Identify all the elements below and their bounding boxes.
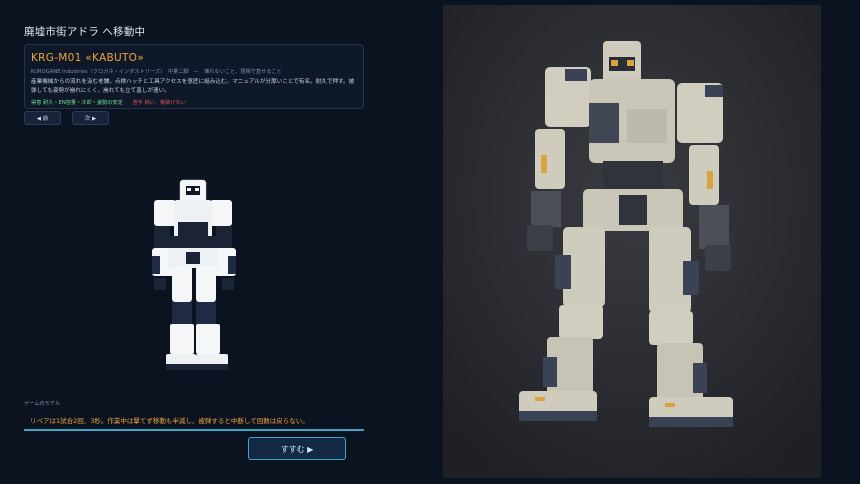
page-title: 廃墟市街アドラ へ移動中 <box>24 26 146 38</box>
prev-button[interactable]: ◀ 前 <box>24 111 61 125</box>
unit-maker-info: KUROGANE Industries（クロガネ・インダストリーズ） 中量二脚 … <box>31 69 282 75</box>
unit-description: 産業機械からの流れを汲む老舗。点検ハッチと工具アクセスを意匠に組み込む。マニュア… <box>31 79 355 94</box>
unit-name: KRG-M01 «KABUTO» <box>31 52 144 64</box>
unit-info-card: KRG-M01 «KABUTO» KUROGANE Industries（クロガ… <box>24 44 364 109</box>
repair-info-message: リペアは1試合2回、3秒。作業中は撃てず移動も半減し、被弾すると中断して回数は戻… <box>30 417 309 425</box>
unit-tags: 得意 耐久・EN容量・冷却・姿勢の安定 苦手 鈍い、竜破けない <box>31 99 357 106</box>
mech-illustration <box>443 5 821 478</box>
message-underline <box>24 429 364 431</box>
proceed-button[interactable]: すすむ ▶ <box>248 437 346 460</box>
strengths-tag: 得意 耐久・EN容量・冷却・姿勢の安定 <box>31 100 123 106</box>
weaknesses-tag: 苦手 鈍い、竜破けない <box>132 100 186 106</box>
in-game-model-preview <box>152 179 236 370</box>
unit-artwork <box>443 5 821 478</box>
model-label: ゲーム内モデル <box>24 401 61 407</box>
next-button[interactable]: 次 ▶ <box>72 111 109 125</box>
